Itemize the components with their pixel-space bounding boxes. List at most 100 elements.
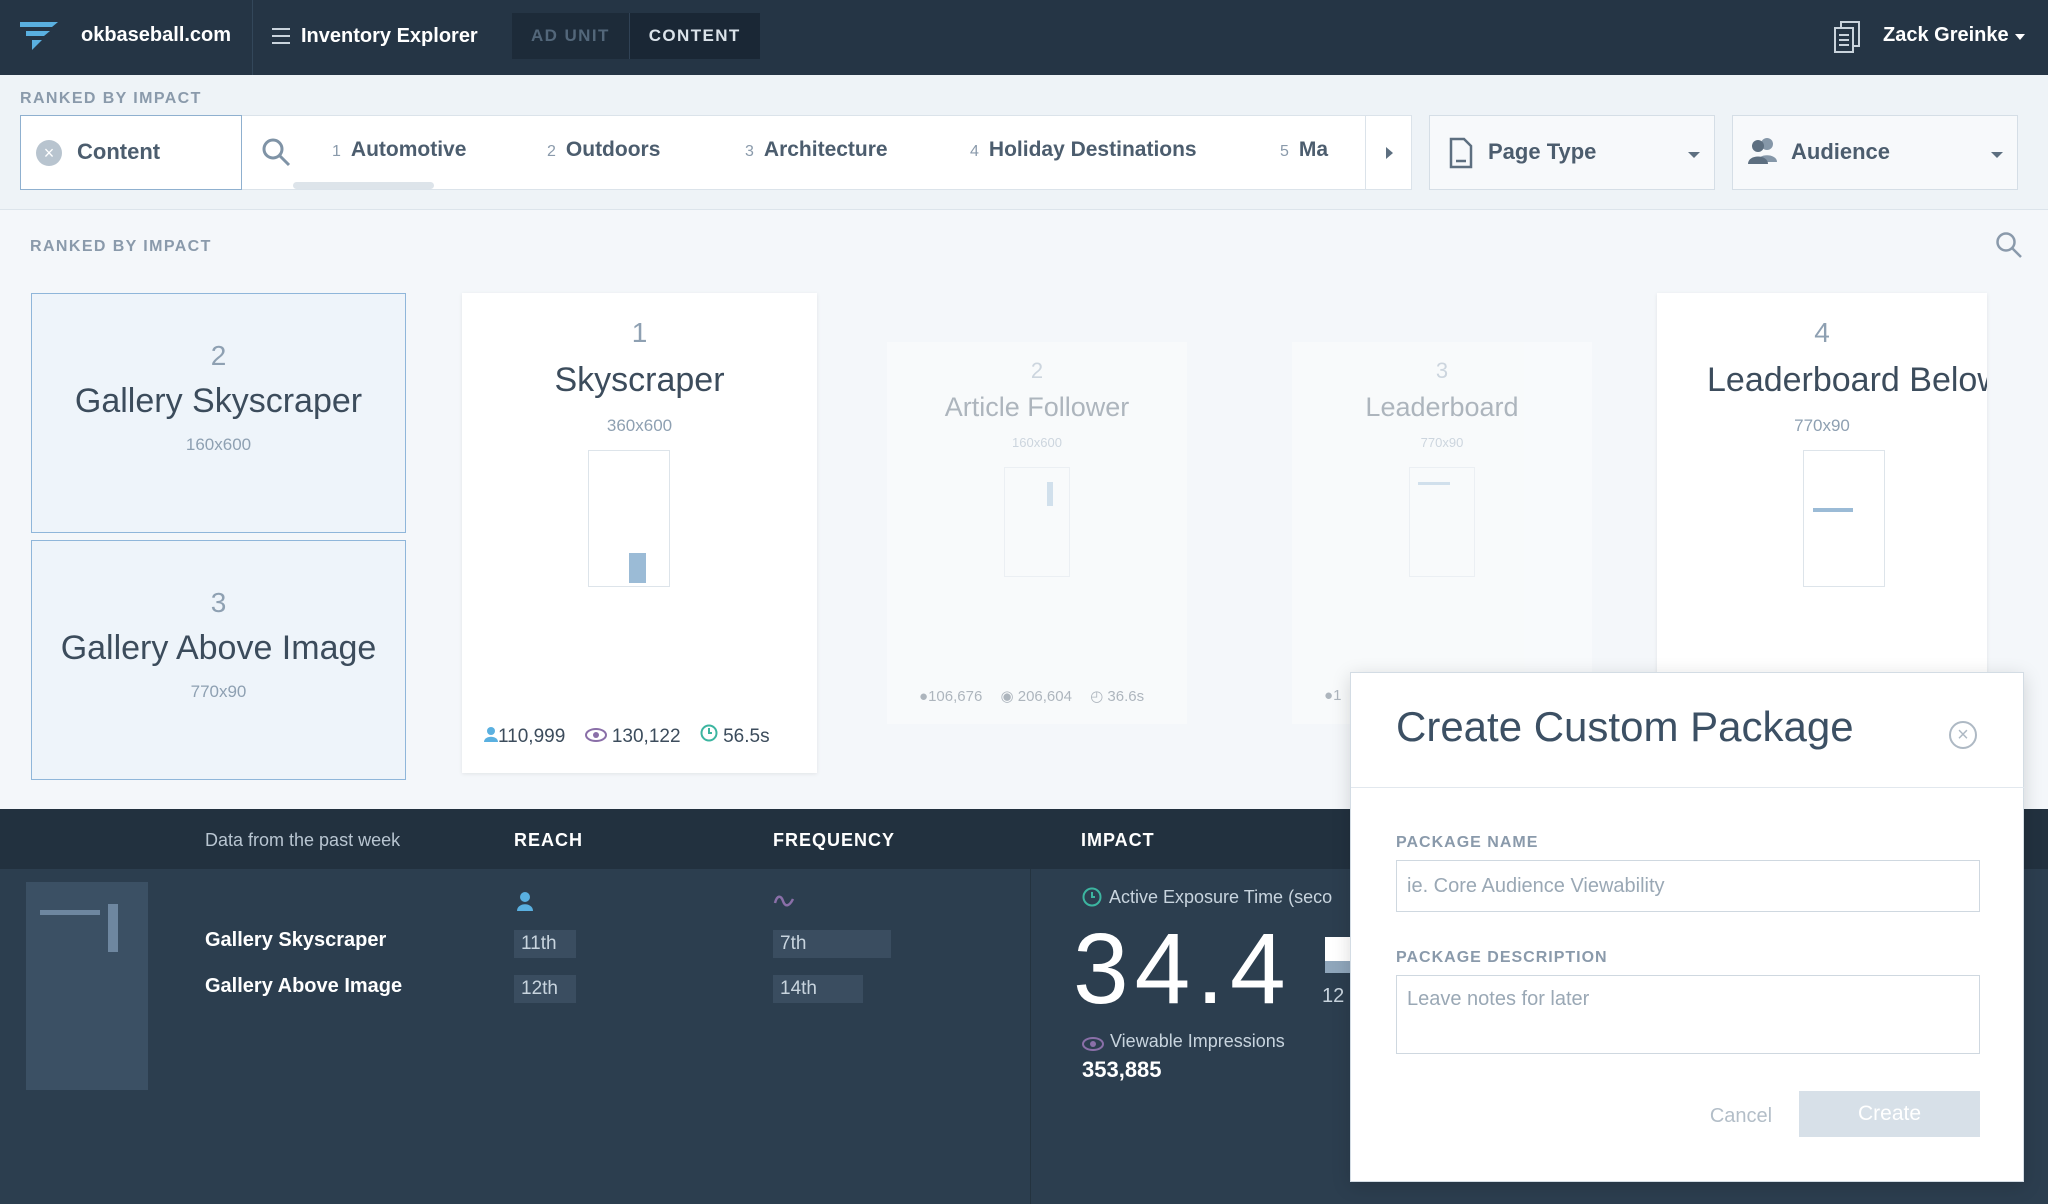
tab-architecture[interactable]: 3 Architecture bbox=[745, 138, 888, 162]
audience-icon bbox=[1748, 138, 1777, 164]
audience-dropdown[interactable]: Audience bbox=[1732, 115, 2018, 190]
ad-unit-card[interactable]: 2 Article Follower 160x600 ●106,676 ◉ 20… bbox=[887, 342, 1187, 724]
frequency-header: FREQUENCY bbox=[773, 830, 896, 850]
ad-unit-size: 770x90 bbox=[1420, 435, 1464, 450]
ad-unit-name: Article Follower bbox=[944, 392, 1130, 422]
ad-slot-marker bbox=[1418, 482, 1450, 485]
viewable-value: 353,885 bbox=[1082, 1057, 1162, 1082]
tab-automotive[interactable]: 1 Automotive bbox=[332, 138, 466, 162]
impact-header: IMPACT bbox=[1081, 830, 1155, 850]
content-toggle[interactable]: CONTENT bbox=[628, 13, 760, 59]
page-icon bbox=[1449, 137, 1473, 169]
time-stat: ◴ 36.6s bbox=[1090, 688, 1145, 705]
card-stats: 110,999 130,122 56.5s bbox=[484, 724, 784, 748]
eye-icon bbox=[584, 728, 607, 742]
tabs-next-arrow-icon[interactable] bbox=[1365, 116, 1411, 189]
reach-stat: ●1 bbox=[1324, 687, 1342, 704]
row-ad-unit-name: Gallery Above Image bbox=[205, 975, 403, 997]
rank-number: 2 bbox=[1030, 358, 1044, 383]
time-stat: 56.5s bbox=[700, 724, 770, 747]
audience-label: Audience bbox=[1791, 139, 1891, 164]
rank-number: 2 bbox=[210, 340, 227, 371]
ad-unit-preview bbox=[588, 450, 670, 587]
ad-unit-size: 160x600 bbox=[1012, 435, 1062, 450]
filter-heading: RANKED BY IMPACT bbox=[20, 90, 202, 107]
search-icon[interactable] bbox=[1994, 230, 2024, 260]
exposure-bar-base bbox=[1325, 961, 1350, 973]
logo-icon[interactable] bbox=[18, 18, 60, 54]
ad-unit-name: Leaderboard Below bbox=[1707, 361, 1987, 399]
thumbnail-skyscraper bbox=[108, 904, 118, 952]
menu-icon[interactable] bbox=[272, 28, 290, 44]
reach-rank: 11th bbox=[514, 930, 576, 958]
reach-rank: 12th bbox=[514, 975, 576, 1003]
cancel-button[interactable]: Cancel bbox=[1704, 1101, 1778, 1131]
ad-unit-name: Gallery Above Image bbox=[60, 629, 377, 667]
eye-icon bbox=[1082, 1037, 1104, 1051]
ad-unit-name: Skyscraper bbox=[554, 361, 725, 399]
frequency-rank: 7th bbox=[773, 930, 891, 958]
reach-stat: 110,999 bbox=[484, 726, 565, 747]
exposure-bar bbox=[1325, 937, 1350, 961]
rank-number: 3 bbox=[210, 587, 227, 618]
packages-icon[interactable] bbox=[1833, 20, 1861, 54]
tab-holiday-destinations[interactable]: 4 Holiday Destinations bbox=[970, 138, 1197, 162]
modal-divider bbox=[1351, 787, 2025, 788]
ad-unit-size: 360x600 bbox=[606, 416, 673, 435]
card-stats: ●106,676 ◉ 206,604 ◴ 36.6s bbox=[919, 687, 1158, 705]
ad-unit-toggle[interactable]: AD UNIT bbox=[512, 13, 629, 59]
person-icon bbox=[517, 892, 533, 911]
close-icon[interactable]: × bbox=[1949, 721, 1977, 749]
package-description-input[interactable] bbox=[1396, 975, 1980, 1054]
tab-5[interactable]: 5 Ma bbox=[1280, 138, 1328, 162]
ad-unit-preview bbox=[1803, 450, 1885, 587]
view-toggle: AD UNIT CONTENT bbox=[512, 13, 760, 59]
ad-unit-card[interactable]: 1 Skyscraper 360x600 110,999 130,122 56.… bbox=[462, 293, 817, 773]
views-stat: ◉ 206,604 bbox=[1000, 688, 1072, 705]
ad-unit-preview bbox=[1004, 467, 1070, 577]
clear-icon[interactable]: × bbox=[36, 140, 62, 166]
exposure-sub: 12 bbox=[1322, 985, 1345, 1007]
page-thumbnail bbox=[26, 882, 148, 1090]
frequency-icon bbox=[773, 895, 795, 907]
content-filter-chip[interactable]: × Content bbox=[20, 115, 242, 190]
chevron-down-icon[interactable] bbox=[2015, 34, 2025, 40]
user-menu[interactable]: Zack Greinke bbox=[1883, 24, 2009, 47]
ad-unit-size: 770x90 bbox=[1794, 416, 1850, 435]
page-type-dropdown[interactable]: Page Type bbox=[1429, 115, 1715, 190]
package-name-input[interactable] bbox=[1396, 860, 1980, 912]
create-button[interactable]: Create bbox=[1799, 1091, 1980, 1137]
exposure-label: Active Exposure Time (seco bbox=[1109, 887, 1333, 907]
clock-icon bbox=[700, 724, 718, 742]
search-icon[interactable] bbox=[260, 136, 292, 168]
rank-number: 3 bbox=[1435, 358, 1449, 383]
thumbnail-leaderboard bbox=[40, 910, 100, 915]
nav-divider bbox=[252, 0, 253, 75]
exposure-value: 34.4 bbox=[1073, 913, 1292, 1025]
package-name-label: PACKAGE NAME bbox=[1396, 834, 1539, 851]
site-name[interactable]: okbaseball.com bbox=[81, 24, 231, 47]
ranked-heading: RANKED BY IMPACT bbox=[30, 238, 212, 255]
ad-unit-preview bbox=[1409, 467, 1475, 577]
filter-bar: RANKED BY IMPACT × Content 1 Automotive 2… bbox=[0, 75, 2048, 210]
selected-ad-unit-card[interactable]: 3 Gallery Above Image 770x90 bbox=[31, 540, 406, 780]
tab-scroll-indicator[interactable] bbox=[293, 182, 434, 189]
ad-unit-card[interactable]: 3 Leaderboard 770x90 ●1 bbox=[1292, 342, 1592, 724]
modal-title: Create Custom Package bbox=[1396, 703, 1854, 750]
category-tabs: 1 Automotive 2 Outdoors 3 Architecture 4 Hol… bbox=[242, 115, 1412, 190]
rank-number: 1 bbox=[631, 317, 648, 348]
top-nav: okbaseball.com Inventory Explorer AD UNI… bbox=[0, 0, 2048, 75]
ad-slot-marker bbox=[1813, 508, 1853, 512]
ad-unit-name: Leaderboard bbox=[1365, 392, 1519, 422]
selected-ad-unit-card[interactable]: 2 Gallery Skyscraper 160x600 bbox=[31, 293, 406, 533]
section-title[interactable]: Inventory Explorer bbox=[301, 25, 478, 48]
row-ad-unit-name: Gallery Skyscraper bbox=[205, 929, 387, 951]
data-range-note: Data from the past week bbox=[205, 830, 401, 850]
reach-header: REACH bbox=[514, 830, 584, 850]
tab-outdoors[interactable]: 2 Outdoors bbox=[547, 138, 660, 162]
chevron-down-icon bbox=[1688, 152, 1700, 158]
chip-label: Content bbox=[77, 139, 161, 164]
ad-unit-card[interactable]: 4 Leaderboard Below 770x90 bbox=[1657, 293, 1987, 693]
ad-slot-marker bbox=[1047, 482, 1053, 506]
clock-icon bbox=[1082, 887, 1102, 907]
